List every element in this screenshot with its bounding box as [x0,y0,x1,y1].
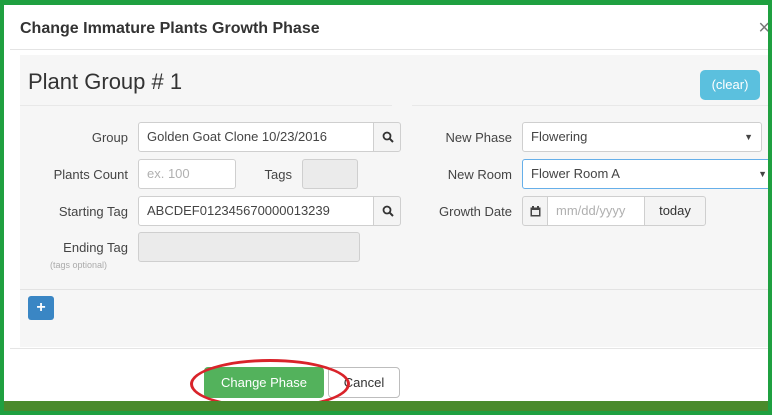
caret-down-icon: ▼ [744,132,753,142]
caret-down-icon: ▼ [758,169,767,179]
new-phase-select[interactable]: Flowering ▼ [522,122,762,152]
new-room-select[interactable]: Flower Room A ▼ [522,159,768,189]
tags-label: Tags [264,167,292,182]
plant-group-heading: Plant Group # 1 [28,69,183,94]
search-icon [382,131,394,143]
starting-tag-search-button[interactable] [373,196,401,226]
group-label: Group [91,130,128,145]
starting-tag-label: Starting Tag [58,204,128,219]
group-field[interactable]: Golden Goat Clone 10/23/2016 [138,122,374,152]
ending-tag-label: Ending Tag [63,240,128,255]
ending-tag-field[interactable] [138,232,360,262]
growth-date-input[interactable]: mm/dd/yyyy [547,196,645,226]
growth-date-label: Growth Date [439,204,512,219]
new-phase-label: New Phase [445,130,512,145]
search-icon [382,205,394,217]
footer-divider [10,348,768,349]
calendar-button[interactable] [522,196,548,226]
close-icon[interactable]: × [758,17,768,40]
plants-count-input[interactable]: ex. 100 [138,159,236,189]
modal-header: Change Immature Plants Growth Phase × [10,9,768,50]
screenshot-frame: Change Immature Plants Growth Phase × Pl… [0,0,772,415]
divider [20,289,768,290]
calendar-icon [530,206,541,217]
plants-count-label: Plants Count [53,167,128,182]
group-search-button[interactable] [373,122,401,152]
divider [412,105,768,106]
clear-button[interactable]: (clear) [700,70,760,100]
change-phase-button[interactable]: Change Phase [204,367,324,398]
tags-field[interactable] [302,159,358,189]
plant-group-panel: Plant Group # 1 (clear) Group Golden Goa… [20,55,768,347]
new-room-label: New Room [447,167,512,182]
modal-title: Change Immature Plants Growth Phase [20,20,320,37]
bottom-bar [4,401,768,411]
add-group-button[interactable]: + [28,296,54,320]
cancel-button[interactable]: Cancel [328,367,400,398]
new-room-value: Flower Room A [531,166,620,181]
starting-tag-input[interactable]: ABCDEF012345670000013239 [138,196,374,226]
new-phase-value: Flowering [531,129,588,144]
today-button[interactable]: today [644,196,706,226]
divider [20,105,392,106]
tags-optional-hint: (tags optional) [50,260,108,270]
